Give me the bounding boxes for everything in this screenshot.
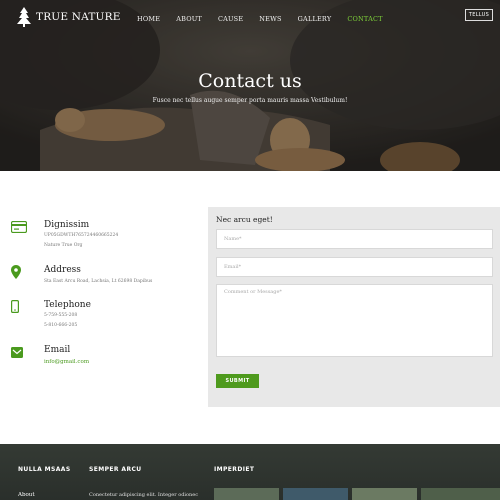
info-title-dignissim: Dignissim xyxy=(44,220,90,230)
contact-form: Nec arcu eget! Name* Email* Comment or M… xyxy=(208,207,500,407)
email-link[interactable]: info@gmail.com xyxy=(44,359,89,365)
map-pin-icon xyxy=(11,265,21,279)
tree-icon xyxy=(17,7,31,27)
nav-gallery[interactable]: GALLERY xyxy=(298,15,332,23)
info-line: Nature True Org xyxy=(44,243,83,248)
nav-news[interactable]: NEWS xyxy=(259,15,281,23)
page-title: Contact us xyxy=(198,70,302,92)
nav-about[interactable]: ABOUT xyxy=(176,15,202,23)
info-line: UP05GDWTH765724460665224 xyxy=(44,233,119,238)
footer-title-nulla: NULLA MSAAS xyxy=(18,466,71,473)
info-title-email: Email xyxy=(44,345,71,355)
info-line: Sta East Arcu Road, Lachsia, Lt 62698 Da… xyxy=(44,279,153,284)
name-field[interactable]: Name* xyxy=(216,229,493,249)
tellus-button[interactable]: TELLUS xyxy=(465,9,493,21)
footer: NULLA MSAAS About SEMPER ARCU Conectetur… xyxy=(0,444,500,500)
footer-link-about[interactable]: About xyxy=(18,492,35,498)
mail-icon xyxy=(11,347,23,358)
footer-gallery-thumbnails[interactable] xyxy=(214,488,500,500)
nav-home[interactable]: HOME xyxy=(137,15,160,23)
email-field[interactable]: Email* xyxy=(216,257,493,277)
card-icon xyxy=(11,221,27,233)
brand-logo[interactable]: TRUE NATURE xyxy=(17,7,121,27)
nav-cause[interactable]: CAUSE xyxy=(218,15,243,23)
message-field[interactable]: Comment or Message* xyxy=(216,284,493,357)
footer-title-imperdiet: IMPERDIET xyxy=(214,466,255,473)
hero-banner: TRUE NATURE HOME ABOUT CAUSE NEWS GALLER… xyxy=(0,0,500,171)
form-heading: Nec arcu eget! xyxy=(216,215,273,224)
info-line: 5-759-555-208 xyxy=(44,313,78,318)
info-title-address: Address xyxy=(44,265,81,275)
page-subtitle: Fusce nec tellus augue semper porta maur… xyxy=(152,97,348,104)
info-title-telephone: Telephone xyxy=(44,300,91,310)
nav-contact[interactable]: CONTACT xyxy=(347,15,382,23)
brand-name: TRUE NATURE xyxy=(36,11,121,23)
submit-button[interactable]: SUBMIT xyxy=(216,374,259,388)
footer-title-semper: SEMPER ARCU xyxy=(89,466,142,473)
info-line: 5-810-666-205 xyxy=(44,323,78,328)
footer-text: Conectetur adipiscing elit. Integer odio… xyxy=(89,492,198,498)
phone-icon xyxy=(11,300,19,313)
main-nav: HOME ABOUT CAUSE NEWS GALLERY CONTACT xyxy=(137,15,399,23)
